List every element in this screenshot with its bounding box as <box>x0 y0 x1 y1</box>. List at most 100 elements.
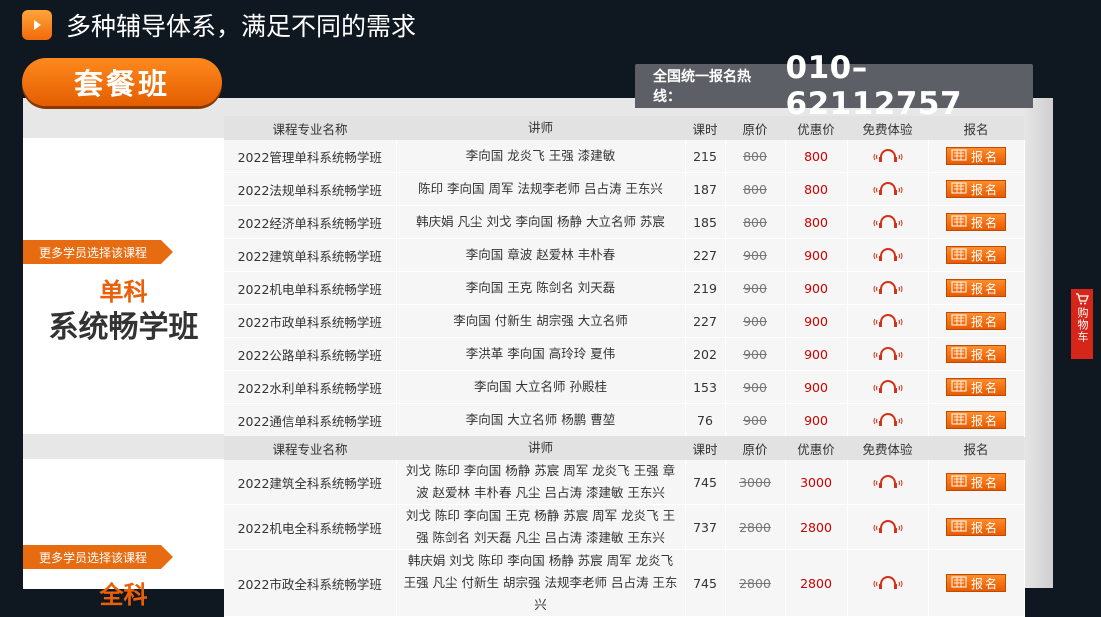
discount-price: 900 <box>804 412 828 428</box>
enroll-button[interactable]: 报名 <box>946 574 1006 592</box>
enroll-label: 报名 <box>971 380 1000 395</box>
free-trial-button[interactable] <box>847 504 929 550</box>
headphone-icon <box>848 347 928 361</box>
register-icon <box>947 281 971 296</box>
free-trial-button[interactable] <box>847 549 929 617</box>
enroll-label: 报名 <box>971 520 1000 535</box>
discount-price: 800 <box>804 181 828 197</box>
col-trial: 免费体验 <box>847 436 928 460</box>
discount-price: 900 <box>804 313 828 329</box>
enroll-label: 报名 <box>971 475 1000 490</box>
enroll-button[interactable]: 报名 <box>946 147 1006 165</box>
free-trial-button[interactable] <box>847 370 929 404</box>
enroll-button[interactable]: 报名 <box>946 473 1006 491</box>
free-trial-button[interactable] <box>847 460 929 505</box>
course-hours: 76 <box>685 403 726 437</box>
popular-ribbon: 更多学员选择该课程 <box>23 545 173 569</box>
course-hours: 227 <box>685 238 726 272</box>
free-trial-button[interactable] <box>847 403 929 437</box>
original-price: 2800 <box>739 519 771 535</box>
discount-price: 900 <box>804 346 828 362</box>
course-name[interactable]: 2022建筑单科系统畅学班 <box>224 238 397 272</box>
course-name[interactable]: 2022建筑全科系统畅学班 <box>224 460 397 505</box>
course-name[interactable]: 2022市政单科系统畅学班 <box>224 304 397 338</box>
register-icon <box>947 182 971 197</box>
enroll-label: 报名 <box>971 215 1000 230</box>
original-price: 900 <box>743 412 767 428</box>
course-hours: 745 <box>685 460 726 505</box>
enroll-label: 报名 <box>971 281 1000 296</box>
course-teachers: 李向国 王克 陈剑名 刘天磊 <box>396 271 686 305</box>
course-name[interactable]: 2022通信单科系统畅学班 <box>224 403 397 437</box>
headphone-icon <box>848 314 928 328</box>
enroll-button[interactable]: 报名 <box>946 378 1006 396</box>
enroll-label: 报名 <box>971 149 1000 164</box>
course-name[interactable]: 2022机电单科系统畅学班 <box>224 271 397 305</box>
course-hours: 227 <box>685 304 726 338</box>
course-teachers: 刘戈 陈印 李向国 杨静 苏宸 周军 龙炎飞 王强 章波 赵爱林 丰朴春 凡尘 … <box>396 460 686 505</box>
category-cell-full: 更多学员选择该课程 全科 <box>23 459 224 609</box>
headphone-icon <box>848 475 928 489</box>
discount-price: 3000 <box>800 474 832 490</box>
enroll-label: 报名 <box>971 314 1000 329</box>
free-trial-button[interactable] <box>847 140 929 173</box>
col-teacher: 讲师 <box>396 116 685 140</box>
table-row: 2022水利单科系统畅学班 李向国 大立名师 孙殿桂 153 900 900 报名 <box>224 370 1025 404</box>
course-hours: 153 <box>685 370 726 404</box>
col-enroll: 报名 <box>928 436 1024 460</box>
headphone-icon <box>848 380 928 394</box>
enroll-button[interactable]: 报名 <box>946 213 1006 231</box>
course-name[interactable]: 2022经济单科系统畅学班 <box>224 205 397 239</box>
table-row: 2022法规单科系统畅学班 陈印 李向国 周军 法规李老师 吕占涛 王东兴 187 8… <box>224 172 1025 206</box>
col-hours: 课时 <box>685 116 725 140</box>
popular-ribbon: 更多学员选择该课程 <box>23 240 173 264</box>
free-trial-button[interactable] <box>847 172 929 206</box>
headphone-icon <box>848 281 928 295</box>
headphone-icon <box>848 413 928 427</box>
side-cart-button[interactable]: 购物车 <box>1071 289 1093 359</box>
col-orig: 原价 <box>725 436 785 460</box>
side-cart-label: 购物车 <box>1076 307 1089 343</box>
enroll-button[interactable]: 报名 <box>946 411 1006 429</box>
enroll-label: 报名 <box>971 182 1000 197</box>
free-trial-button[interactable] <box>847 337 929 371</box>
course-name[interactable]: 2022水利单科系统畅学班 <box>224 370 397 404</box>
discount-price: 800 <box>804 148 828 164</box>
free-trial-button[interactable] <box>847 304 929 338</box>
course-hours: 202 <box>685 337 726 371</box>
enroll-button[interactable]: 报名 <box>946 345 1006 363</box>
free-trial-button[interactable] <box>847 271 929 305</box>
col-price: 优惠价 <box>785 116 847 140</box>
enroll-label: 报名 <box>971 347 1000 362</box>
col-enroll: 报名 <box>928 116 1024 140</box>
course-teachers: 李向国 龙炎飞 王强 漆建敏 <box>396 140 686 173</box>
original-price: 900 <box>743 247 767 263</box>
free-trial-button[interactable] <box>847 205 929 239</box>
enroll-button[interactable]: 报名 <box>946 246 1006 264</box>
register-icon <box>947 314 971 329</box>
col-orig: 原价 <box>725 116 785 140</box>
enroll-button[interactable]: 报名 <box>946 180 1006 198</box>
register-icon <box>947 248 971 263</box>
discount-price: 900 <box>804 247 828 263</box>
course-name[interactable]: 2022市政全科系统畅学班 <box>224 549 397 617</box>
enroll-label: 报名 <box>971 248 1000 263</box>
col-name: 课程专业名称 <box>224 436 396 460</box>
enroll-button[interactable]: 报名 <box>946 279 1006 297</box>
course-teachers: 李向国 大立名师 孙殿桂 <box>396 370 686 404</box>
course-name[interactable]: 2022公路单科系统畅学班 <box>224 337 397 371</box>
course-teachers: 李向国 章波 赵爱林 丰朴春 <box>396 238 686 272</box>
discount-price: 2800 <box>800 519 832 535</box>
course-name[interactable]: 2022法规单科系统畅学班 <box>224 172 397 206</box>
original-price: 3000 <box>739 474 771 490</box>
enroll-button[interactable]: 报名 <box>946 312 1006 330</box>
discount-price: 900 <box>804 379 828 395</box>
free-trial-button[interactable] <box>847 238 929 272</box>
register-icon <box>947 413 971 428</box>
enroll-button[interactable]: 报名 <box>946 518 1006 536</box>
course-name[interactable]: 2022管理单科系统畅学班 <box>224 140 397 173</box>
course-name[interactable]: 2022机电全科系统畅学班 <box>224 504 397 550</box>
tab-package[interactable]: 套餐班 <box>22 58 222 106</box>
cart-icon <box>1076 293 1089 305</box>
table-row: 2022机电全科系统畅学班 刘戈 陈印 李向国 王克 杨静 苏宸 周军 龙炎飞 王… <box>224 504 1025 550</box>
